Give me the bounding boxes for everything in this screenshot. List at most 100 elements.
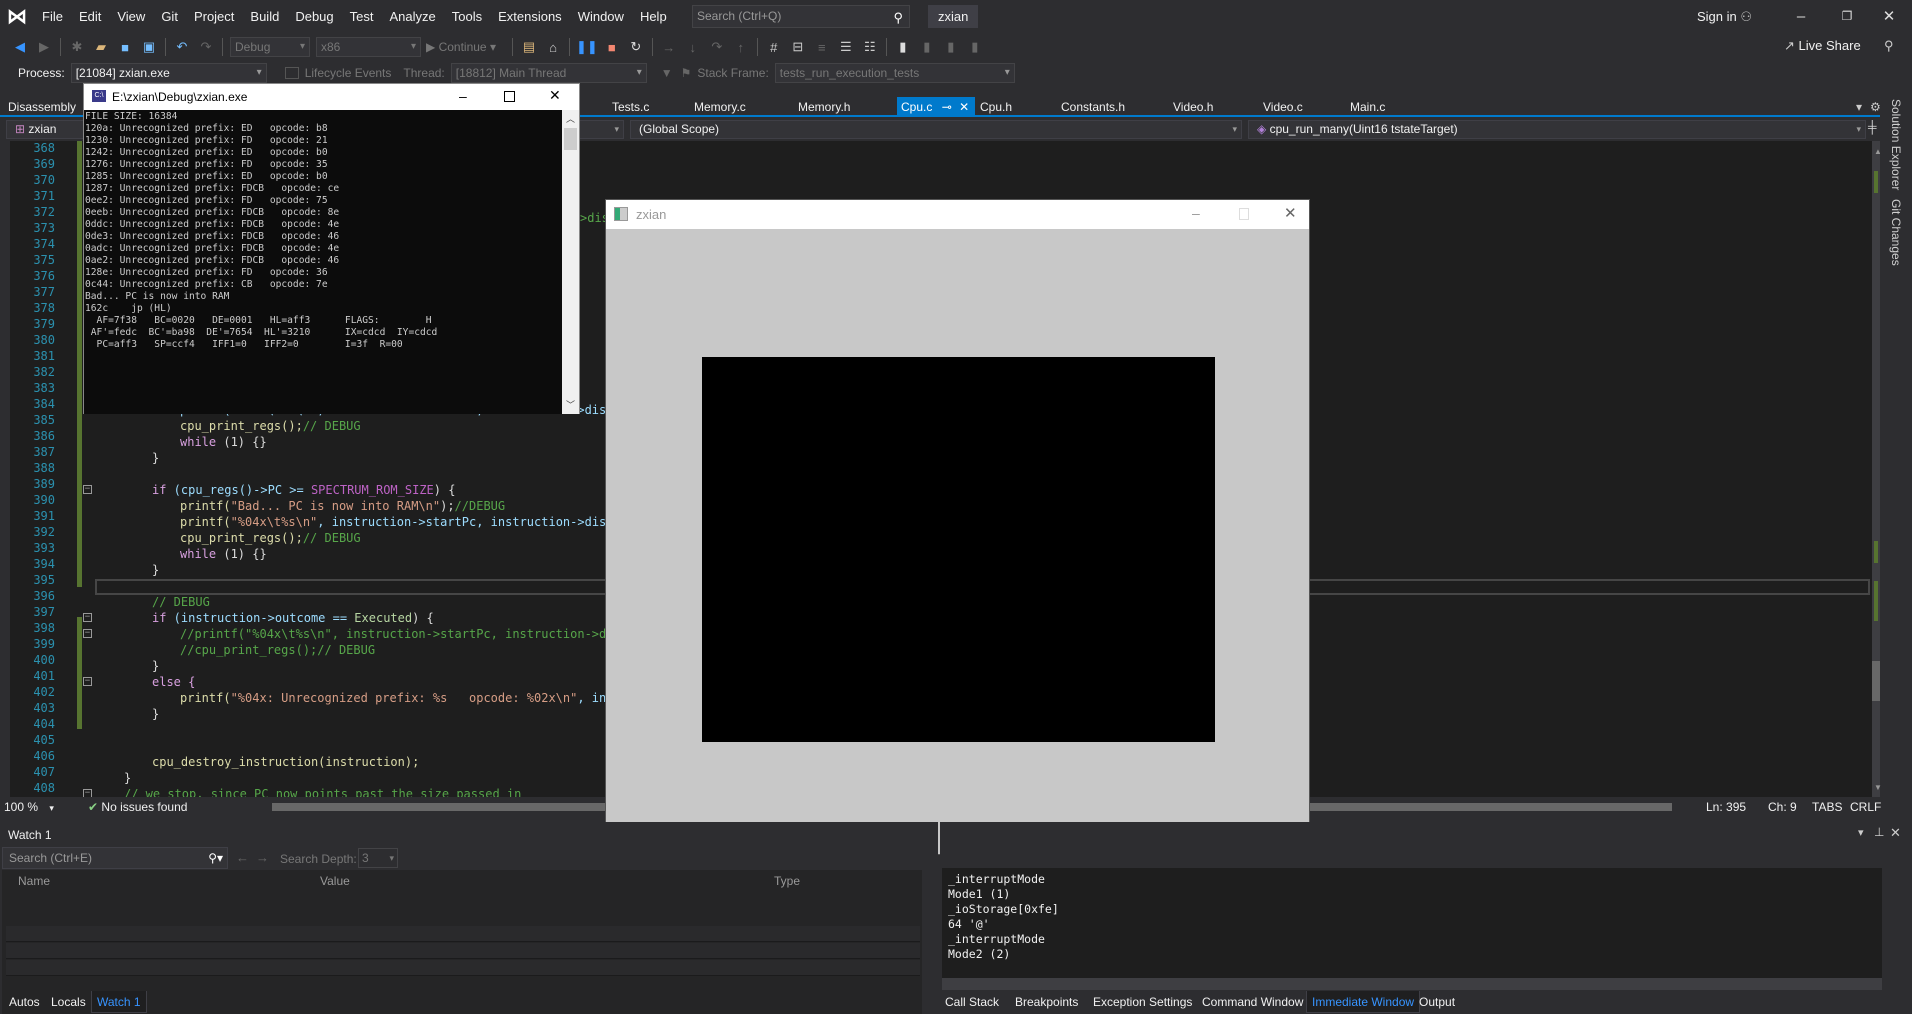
menu-git[interactable]: Git [153,0,186,33]
find-in-files-icon[interactable]: ▤ [519,36,539,58]
lifecycle-events-button[interactable]: Lifecycle Events [305,66,392,80]
collapse-icon[interactable]: − [83,677,92,686]
panel-menu-icon[interactable]: ▾ [1858,826,1864,839]
break-all-icon[interactable]: ❚❚ [576,36,598,58]
emulator-close-button[interactable]: ✕ [1284,204,1297,222]
tab-output[interactable]: Output [1414,991,1460,1013]
zoom-select[interactable]: 100 % ▾ [4,799,64,815]
column-header-value[interactable]: Value [320,874,350,888]
live-share-button[interactable]: ↗ Live Share [1784,38,1861,54]
bookmark-icon[interactable]: ▮ [893,36,913,58]
continue-button[interactable]: ▶ Continue ▾ [426,36,506,58]
watch-row[interactable] [6,943,920,959]
menu-debug[interactable]: Debug [287,0,341,33]
navigate-back-icon[interactable]: ◀ [10,36,30,58]
menu-build[interactable]: Build [242,0,287,33]
emulator-maximize-button[interactable] [1239,208,1249,220]
flag-icon[interactable]: ⚑ [681,66,692,80]
panel-pin-icon[interactable]: ⊥ [1874,825,1884,839]
collapse-icon[interactable]: − [83,613,92,622]
console-close-button[interactable]: ✕ [549,87,561,104]
menu-window[interactable]: Window [570,0,632,33]
console-maximize-button[interactable] [504,91,515,102]
clear-bookmarks-icon[interactable]: ▮ [965,36,985,58]
collapse-icon[interactable]: − [83,789,92,797]
tab-overflow-icon[interactable]: ▾ [1852,97,1866,117]
tab-locals[interactable]: Locals [46,991,91,1013]
comment-icon[interactable]: ≡ [812,36,832,58]
minimize-button[interactable]: – [1778,0,1824,33]
solution-explorer-tab[interactable]: Solution Explorer [1889,99,1903,190]
emulator-minimize-button[interactable]: – [1192,205,1200,221]
restart-icon[interactable]: ↻ [626,36,646,58]
close-button[interactable]: ✕ [1866,0,1912,33]
console-scrollbar[interactable]: ︿ ﹀ [562,110,579,414]
prev-bookmark-icon[interactable]: ▮ [917,36,937,58]
save-all-icon[interactable]: ▣ [139,36,159,58]
tab-watch-1[interactable]: Watch 1 [91,991,147,1013]
new-project-icon[interactable]: ✱ [67,36,87,58]
git-changes-tab[interactable]: Git Changes [1889,199,1903,266]
scope-select[interactable]: (Global Scope) [630,120,1242,139]
save-icon[interactable]: ■ [115,36,135,58]
console-title-bar[interactable]: C:\ E:\zxian\Debug\zxian.exe – ✕ [84,84,579,110]
watch-row[interactable] [6,960,920,976]
tab-cpu-h[interactable]: Cpu.h [976,97,1016,117]
indent-indicator[interactable]: TABS [1812,799,1842,815]
open-file-icon[interactable]: ▰ [91,36,111,58]
console-minimize-button[interactable]: – [459,88,467,104]
platform-select[interactable]: x86 [316,37,421,57]
immediate-output[interactable]: _interruptMode Mode1 (1) _ioStorage[0xfe] 6… [942,868,1882,978]
tab-tests-c[interactable]: Tests.c [608,97,653,117]
column-indicator[interactable]: Ch: 9 [1768,799,1797,815]
menu-edit[interactable]: Edit [71,0,109,33]
tab-memory-c[interactable]: Memory.c [690,97,750,117]
menu-extensions[interactable]: Extensions [490,0,570,33]
step-over-icon[interactable]: ↷ [707,36,727,58]
collapse-icon[interactable]: − [83,485,92,494]
step-into-icon[interactable]: ↓ [683,36,703,58]
menu-analyze[interactable]: Analyze [381,0,443,33]
process-select[interactable]: [21084] zxian.exe [70,63,267,83]
tab-exception-settings[interactable]: Exception Settings [1088,991,1197,1013]
line-ending-indicator[interactable]: CRLF [1850,799,1881,815]
column-header-type[interactable]: Type [774,874,800,888]
sign-in-button[interactable]: Sign in ⚇ [1697,0,1752,33]
hex-display-icon[interactable]: # [764,36,784,58]
watch-row[interactable] [6,926,920,942]
scroll-down-icon[interactable]: ﹀ [566,398,575,411]
tab-disassembly[interactable]: Disassembly [4,97,80,117]
collapse-icon[interactable]: − [83,629,92,638]
panel-close-icon[interactable]: ✕ [1890,825,1901,841]
indent-icon[interactable]: ☷ [860,36,880,58]
tab-breakpoints[interactable]: Breakpoints [1010,991,1083,1013]
function-select[interactable]: ◈ cpu_run_many(Uint16 tstateTarget) [1248,120,1866,139]
menu-tools[interactable]: Tools [444,0,490,33]
scroll-down-icon[interactable]: ▼ [1874,783,1882,792]
tab-video-h[interactable]: Video.h [1169,97,1217,117]
search-input[interactable]: Search (Ctrl+Q) ⚲ [692,5,910,28]
tab-main-c[interactable]: Main.c [1346,97,1389,117]
search-forward-icon[interactable]: → [256,850,269,865]
tab-autos[interactable]: Autos [4,991,45,1013]
immediate-horizontal-scrollbar[interactable] [942,978,1882,990]
stop-debugging-icon[interactable]: ■ [602,36,622,58]
pin-icon[interactable]: ⊸ [942,100,952,114]
split-editor-icon[interactable]: ╪ [1868,120,1880,134]
browser-link-icon[interactable]: ⌂ [543,36,563,58]
solution-explorer-icon[interactable]: ⊟ [788,36,808,58]
menu-test[interactable]: Test [342,0,382,33]
search-back-icon[interactable]: ← [236,850,249,865]
feedback-icon[interactable]: ⚲ [1884,38,1894,54]
tab-call-stack[interactable]: Call Stack [940,991,1004,1013]
menu-project[interactable]: Project [186,0,242,33]
menu-file[interactable]: File [34,0,71,33]
thread-select[interactable]: [18812] Main Thread [450,63,647,83]
tab-constants-h[interactable]: Constants.h [1057,97,1129,117]
navigate-forward-icon[interactable]: ▶ [34,36,54,58]
show-next-statement-icon[interactable]: → [659,36,679,58]
menu-view[interactable]: View [109,0,153,33]
watch-search-input[interactable]: Search (Ctrl+E) ⚲▾ [2,847,228,869]
close-tab-icon[interactable]: ✕ [959,100,969,114]
console-window[interactable]: C:\ E:\zxian\Debug\zxian.exe – ✕ FILE SI… [83,83,580,414]
